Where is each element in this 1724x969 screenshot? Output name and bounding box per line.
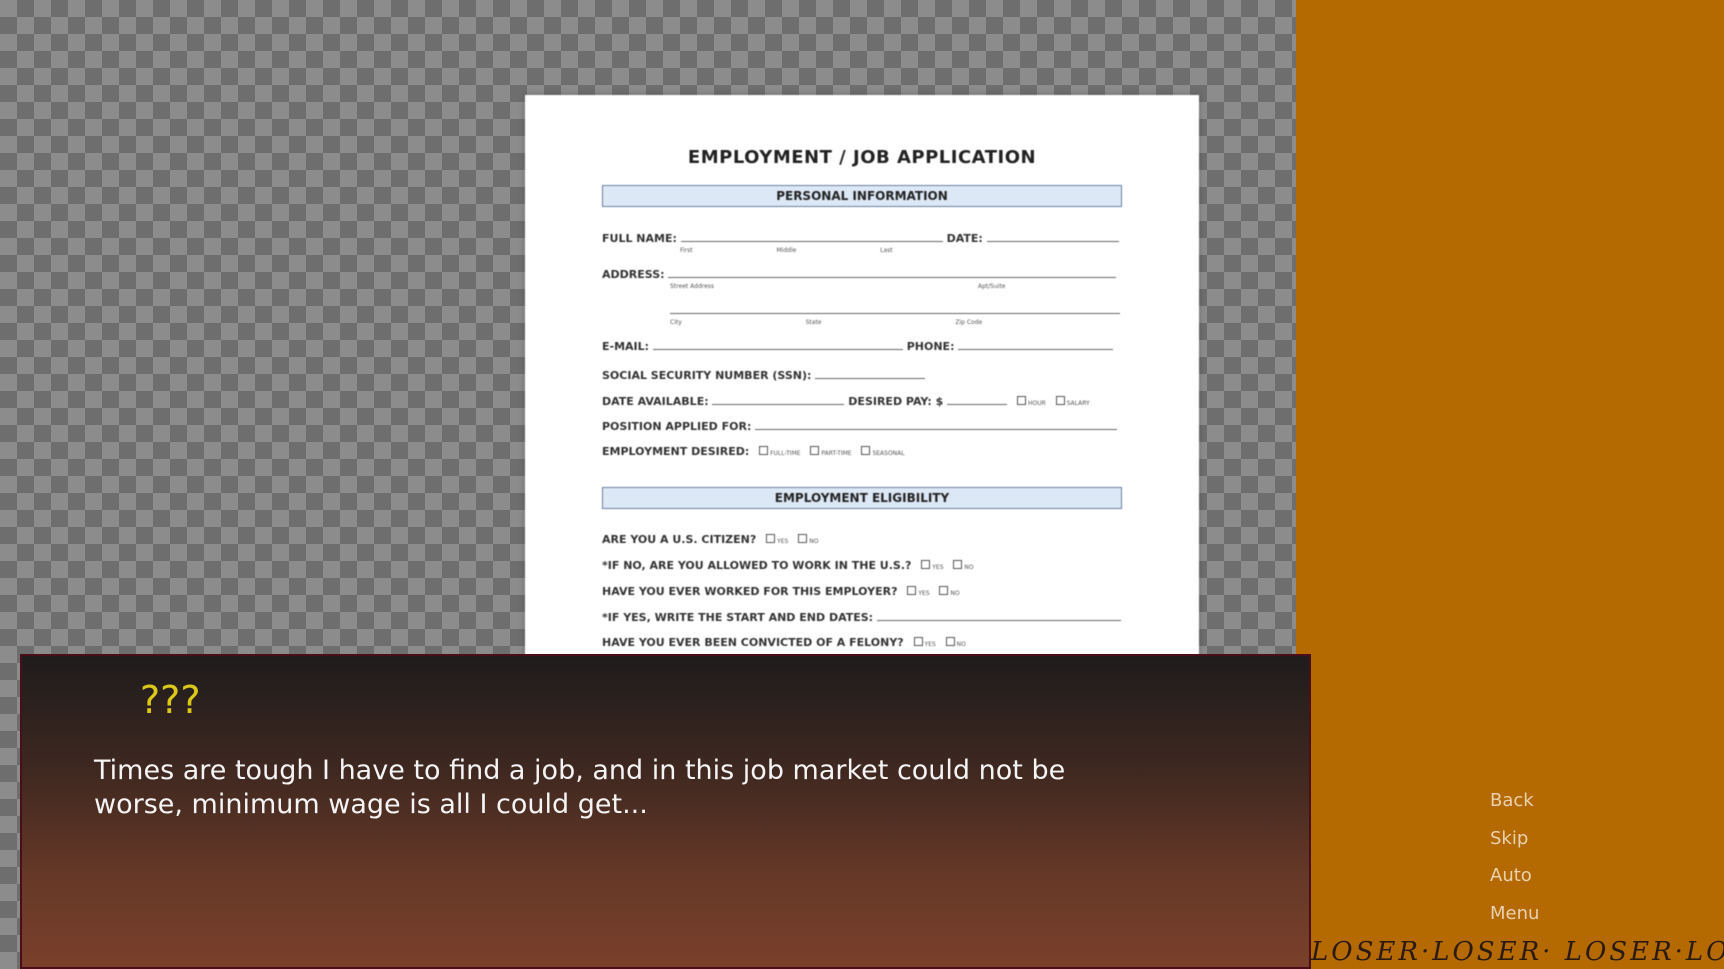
auto-button[interactable]: Auto [1490, 865, 1610, 903]
full-name-subfields: First Middle Last [680, 247, 893, 254]
field-felony: HAVE YOU EVER BEEN CONVICTED OF A FELONY… [602, 636, 966, 649]
field-ssn: SOCIAL SECURITY NUMBER (SSN): [602, 368, 1121, 384]
section-personal-information: PERSONAL INFORMATION [602, 185, 1122, 207]
section-employment-eligibility: EMPLOYMENT ELIGIBILITY [602, 487, 1122, 509]
speaker-name: ??? [140, 678, 201, 722]
skip-button[interactable]: Skip [1490, 828, 1610, 866]
dialog-box[interactable]: ??? Times are tough I have to find a job… [20, 654, 1311, 969]
field-worked-before: HAVE YOU EVER WORKED FOR THIS EMPLOYER? … [602, 585, 960, 598]
back-button[interactable]: Back [1490, 790, 1610, 828]
field-date-available: DATE AVAILABLE: DESIRED PAY: $ HOUR SALA… [602, 395, 1090, 408]
address-subfields-2: City State Zip Code [670, 319, 983, 326]
job-application-document: EMPLOYMENT / JOB APPLICATION PERSONAL IN… [525, 95, 1199, 675]
field-full-name: FULL NAME: DATE: [602, 231, 1121, 247]
checkbox-salary [1055, 396, 1065, 405]
checkbox-seasonal [861, 446, 871, 455]
menu-button[interactable]: Menu [1490, 903, 1610, 941]
document-title: EMPLOYMENT / JOB APPLICATION [687, 147, 1037, 168]
field-address: ADDRESS: [602, 267, 1121, 283]
checkbox-part-time [810, 446, 820, 455]
address-line-2 [670, 303, 1121, 319]
checkbox-hour [1017, 396, 1026, 405]
checkbox-full-time [759, 446, 769, 455]
field-citizen: ARE YOU A U.S. CITIZEN? YES NO [602, 533, 819, 546]
dialog-text: Times are tough I have to find a job, an… [94, 755, 1066, 820]
field-employment-desired: EMPLOYMENT DESIRED: FULL-TIME PART-TIME … [602, 445, 905, 458]
field-allowed-to-work: *IF NO, ARE YOU ALLOWED TO WORK IN THE U… [602, 559, 974, 572]
field-start-end-dates: *IF YES, WRITE THE START AND END DATES: [602, 610, 1121, 626]
field-position: POSITION APPLIED FOR: [602, 419, 1121, 435]
quick-menu: Back Skip Auto Menu [1490, 790, 1610, 940]
address-subfields-1: Street Address Apt/Suite [670, 283, 1006, 290]
field-email: E-MAIL: PHONE: [602, 339, 1121, 355]
loser-decoration-text: LOSER·LOSER· LOSER·LOSER [1311, 937, 1724, 967]
